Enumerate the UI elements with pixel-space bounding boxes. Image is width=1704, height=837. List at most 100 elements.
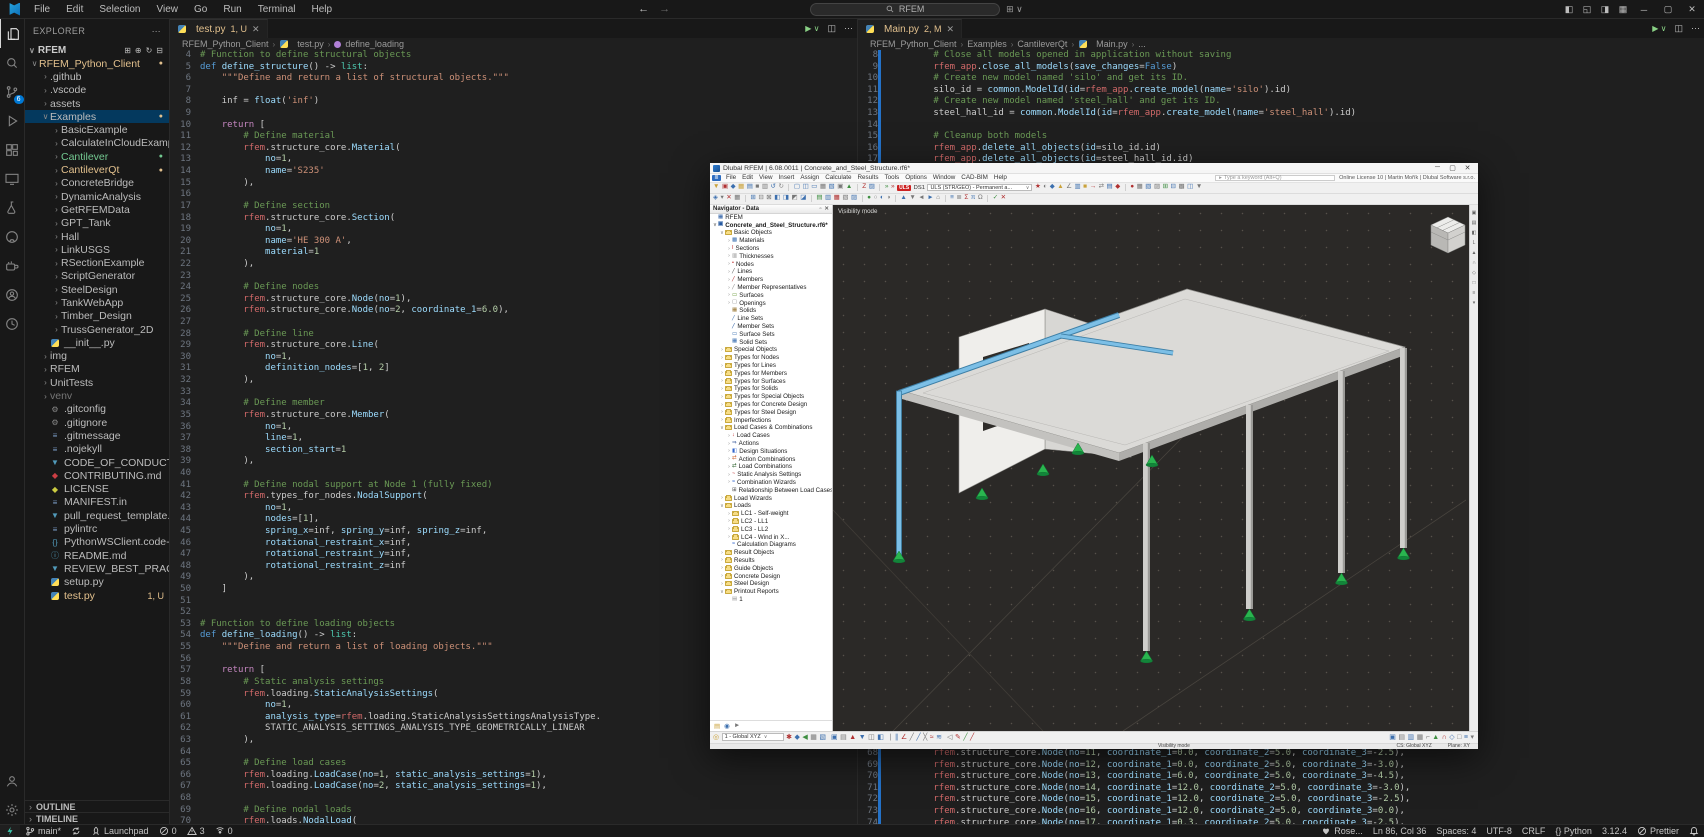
rfem-toolbar-icon[interactable]: ▥ bbox=[1407, 733, 1414, 741]
rfem-toolbar-icon[interactable]: ★ bbox=[1035, 184, 1041, 191]
rfem-toolbar-icon[interactable]: ⇄ bbox=[1099, 184, 1104, 191]
rfem-toolbar-icon[interactable]: ▨ bbox=[1154, 184, 1160, 191]
rfem-toolbar-icon[interactable]: ✎ bbox=[955, 733, 961, 741]
rfem-tree-Line Sets[interactable]: ╱Line Sets bbox=[710, 315, 832, 323]
rfem-tree-Combination Wizards[interactable]: ›≈Combination Wizards bbox=[710, 479, 832, 487]
rfem-tree-Types for Surfaces[interactable]: ›Types for Surfaces bbox=[710, 377, 832, 385]
rfem-menu-tools[interactable]: Tools bbox=[881, 174, 902, 181]
rfem-toolbar-icon[interactable]: ▧ bbox=[829, 184, 835, 191]
activity-profile-tool-icon[interactable] bbox=[0, 309, 25, 338]
section-timeline[interactable]: ›TIMELINE bbox=[25, 812, 169, 824]
rfem-toolbar-icon[interactable]: ⊟ bbox=[1171, 184, 1176, 191]
rfem-side-icon[interactable]: ≡ bbox=[1473, 290, 1476, 296]
rfem-side-icon[interactable]: ∩ bbox=[1472, 260, 1476, 266]
rfem-toolbar-icon[interactable]: ◧ bbox=[774, 195, 780, 202]
rfem-toolbar-icon[interactable]: → bbox=[1090, 184, 1097, 191]
rfem-tree-Types for Solids[interactable]: ›Types for Solids bbox=[710, 385, 832, 393]
rfem-tree-Concrete_and_Steel_Structure.rf6*[interactable]: ∨▣Concrete_and_Steel_Structure.rf6* bbox=[710, 221, 832, 229]
activity-search-icon[interactable] bbox=[0, 48, 25, 77]
rfem-toolbar-icon[interactable]: ◆ bbox=[794, 733, 799, 741]
rfem-toolbar-icon[interactable]: ▾ bbox=[1470, 733, 1474, 741]
rfem-toolbar-icon[interactable]: ≣ bbox=[956, 195, 961, 202]
rfem-tree-Types for Nodes[interactable]: ›Types for Nodes bbox=[710, 354, 832, 362]
rfem-toolbar-icon[interactable]: ▾ bbox=[721, 195, 724, 202]
status-eol[interactable]: CRLF bbox=[1517, 825, 1551, 837]
explorer-item-CONTRIBUTING.md[interactable]: ◆CONTRIBUTING.md bbox=[25, 469, 169, 482]
explorer-item-venv[interactable]: ›venv bbox=[25, 389, 169, 402]
rfem-toolbar-icon[interactable]: ▼ bbox=[859, 734, 866, 741]
rfem-toolbar-icon[interactable]: ◫ bbox=[803, 184, 809, 191]
status-language-mode[interactable]: {} Python bbox=[1550, 825, 1597, 837]
status-cursor-position[interactable]: Ln 86, Col 36 bbox=[1368, 825, 1432, 837]
rfem-toolbar-icon[interactable]: ✓ bbox=[993, 195, 998, 202]
menu-terminal[interactable]: Terminal bbox=[252, 2, 302, 17]
status-theme[interactable]: Rose... bbox=[1316, 825, 1368, 837]
status-encoding[interactable]: UTF-8 bbox=[1481, 825, 1517, 837]
explorer-item-.gitmessage[interactable]: ≡.gitmessage bbox=[25, 429, 169, 442]
rfem-toolbar-icon[interactable]: ≡ bbox=[1464, 734, 1468, 741]
explorer-item-.gitconfig[interactable]: ⚙.gitconfig bbox=[25, 403, 169, 416]
rfem-menu-options[interactable]: Options bbox=[902, 174, 930, 181]
rfem-tree-Calculation Diagrams[interactable]: ≈Calculation Diagrams bbox=[710, 541, 832, 549]
explorer-item-TrussGenerator_2D[interactable]: ›TrussGenerator_2D bbox=[25, 323, 169, 336]
tab-close-icon[interactable]: ✕ bbox=[252, 24, 260, 35]
rfem-toolbar-icon[interactable]: ◐ bbox=[880, 195, 884, 202]
rfem-tree-Member Sets[interactable]: ╱Member Sets bbox=[710, 323, 832, 331]
breadcrumb-item[interactable]: Main.py bbox=[1096, 39, 1128, 49]
explorer-item-Timber_Design[interactable]: ›Timber_Design bbox=[25, 310, 169, 323]
rfem-toolbar-icon[interactable]: ▦ bbox=[734, 195, 740, 202]
rfem-toolbar-icon[interactable]: π bbox=[971, 195, 976, 202]
close-button[interactable]: ✕ bbox=[1680, 4, 1704, 15]
run-python-file-icon[interactable]: ▶ ∨ bbox=[1652, 24, 1666, 33]
rfem-toolbar-icon[interactable]: » bbox=[885, 184, 889, 191]
status-launchpad[interactable]: Launchpad bbox=[86, 825, 154, 837]
status-python-version[interactable]: 3.12.4 bbox=[1597, 825, 1632, 837]
menu-go[interactable]: Go bbox=[188, 2, 213, 17]
explorer-item-.github[interactable]: ›.github bbox=[25, 70, 169, 83]
rfem-menu-file[interactable]: File bbox=[723, 174, 739, 181]
rfem-tree-Load Wizards[interactable]: ›Load Wizards bbox=[710, 494, 832, 502]
explorer-item-CODE_OF_CONDUCT.md[interactable]: ▼CODE_OF_CONDUCT.md bbox=[25, 456, 169, 469]
explorer-item-RFEM[interactable]: ›RFEM bbox=[25, 363, 169, 376]
rfem-minimize-button[interactable]: ─ bbox=[1430, 164, 1445, 172]
rfem-tree-Special Objects[interactable]: ›Special Objects bbox=[710, 346, 832, 354]
code-area-mainpy-bottom[interactable]: 68 rfem.structure_core.Node(no=11, coord… bbox=[858, 748, 1704, 824]
toggle-secondary-sidebar-icon[interactable]: ◨ bbox=[1596, 4, 1614, 15]
rfem-tree-LC2 - LL1[interactable]: ›LC2 - LL1 bbox=[710, 518, 832, 526]
activity-liveshare-icon[interactable] bbox=[0, 280, 25, 309]
rfem-tree-Member Representatives[interactable]: ›╱Member Representatives bbox=[710, 284, 832, 292]
rfem-tree-Members[interactable]: ›╱Members bbox=[710, 276, 832, 284]
rfem-toolbar-icon[interactable]: » bbox=[891, 184, 895, 191]
rfem-toolbar-icon[interactable]: ≈ bbox=[930, 734, 934, 741]
breadcrumb-item[interactable]: ... bbox=[1138, 39, 1146, 49]
rfem-toolbar-icon[interactable]: Z bbox=[862, 184, 866, 191]
rfem-tree-LC1 - Self-weight[interactable]: ›LC1 - Self-weight bbox=[710, 510, 832, 518]
rfem-tree-Surfaces[interactable]: ›▭Surfaces bbox=[710, 291, 832, 299]
rfem-tree-Guide Objects[interactable]: ›Guide Objects bbox=[710, 564, 832, 572]
explorer-item-SteelDesign[interactable]: ›SteelDesign bbox=[25, 283, 169, 296]
rfem-toolbar-icon[interactable]: ◧ bbox=[877, 733, 884, 741]
activity-explorer-icon[interactable] bbox=[0, 19, 25, 48]
rfem-tree-Lines[interactable]: ›╱Lines bbox=[710, 268, 832, 276]
rfem-tree-Solids[interactable]: ▦Solids bbox=[710, 307, 832, 315]
rfem-toolbar-icon[interactable]: ⊞ bbox=[1163, 184, 1168, 191]
status-ports[interactable]: 0 bbox=[210, 825, 238, 837]
breadcrumb[interactable]: RFEM_Python_Client›test.py›define_loadin… bbox=[170, 38, 857, 50]
activity-testing-icon[interactable] bbox=[0, 193, 25, 222]
code-area-mainpy-top[interactable]: 8 # Close all models opened in applicati… bbox=[858, 50, 1704, 170]
explorer-item-CalculateInCloudExample[interactable]: ›CalculateInCloudExample bbox=[25, 137, 169, 150]
rfem-side-icon[interactable]: ▤ bbox=[1472, 220, 1477, 226]
rfem-toolbar-icon[interactable]: ◈ bbox=[713, 195, 718, 202]
rfem-side-icon[interactable]: ◇ bbox=[1472, 270, 1476, 276]
rfem-toolbar-icon[interactable]: ╳ bbox=[923, 733, 927, 741]
breadcrumb-item[interactable]: test.py bbox=[297, 39, 324, 49]
rfem-toolbar-icon[interactable]: ✱ bbox=[786, 733, 792, 741]
explorer-item-test.py[interactable]: test.py1, U bbox=[25, 589, 169, 602]
navigator-close-icon[interactable]: ✕ bbox=[824, 206, 829, 212]
rfem-toolbar-icon[interactable]: ▥ bbox=[1074, 184, 1080, 191]
explorer-item-img[interactable]: ›img bbox=[25, 350, 169, 363]
breadcrumb-item[interactable]: define_loading bbox=[345, 39, 404, 49]
rfem-menu-insert[interactable]: Insert bbox=[776, 174, 798, 181]
explorer-item-CantileverQt[interactable]: ›CantileverQt● bbox=[25, 163, 169, 176]
more-actions-icon[interactable]: ⋯ bbox=[1691, 23, 1700, 34]
